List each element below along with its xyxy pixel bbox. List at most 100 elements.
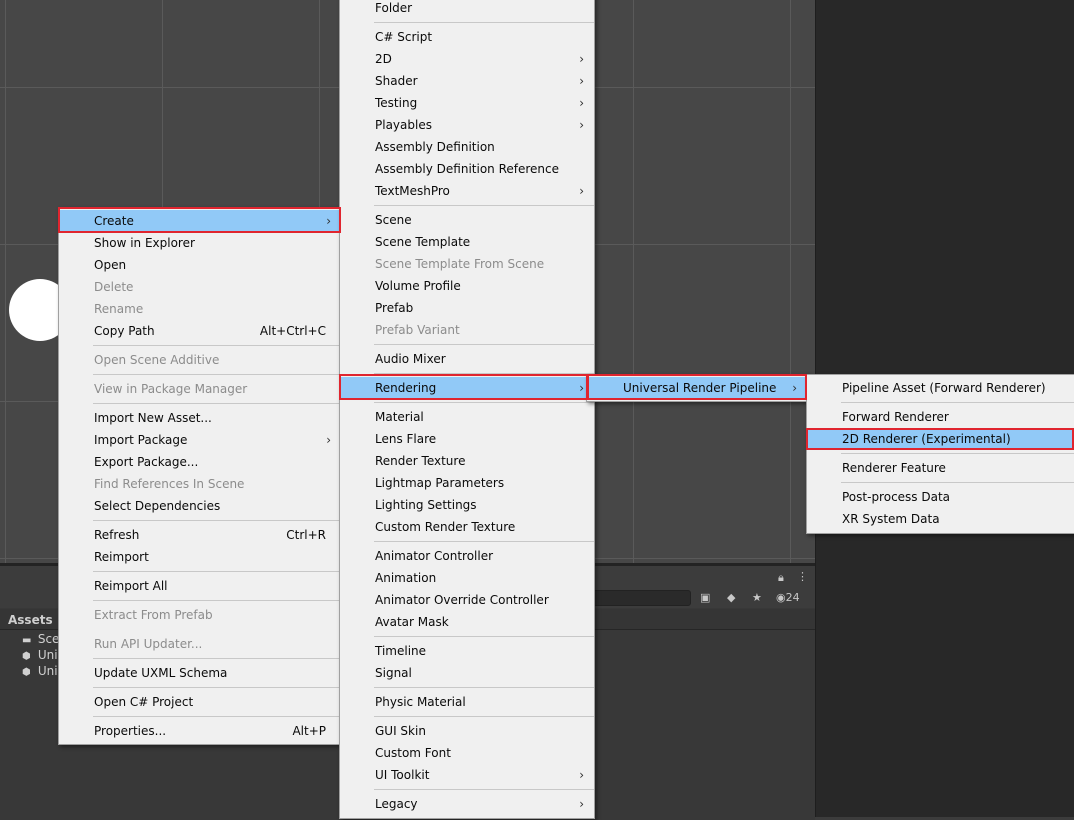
urp-item-xr-system-data[interactable]: XR System Data [808, 508, 1074, 530]
create-item-lens-flare[interactable]: Lens Flare [341, 428, 593, 450]
create-item-custom-render-texture[interactable]: Custom Render Texture [341, 516, 593, 538]
context-item-create[interactable]: Create › [60, 210, 340, 232]
search-input[interactable] [592, 590, 691, 606]
kebab-menu-icon[interactable]: ⋮ [797, 570, 808, 583]
menu-item-label: Open Scene Additive [94, 353, 220, 367]
create-item-gui-skin[interactable]: GUI Skin [341, 720, 593, 742]
menu-separator [841, 453, 1074, 454]
urp-item-2d-renderer-experimental[interactable]: 2D Renderer (Experimental) [808, 428, 1074, 450]
create-item-folder[interactable]: Folder [341, 0, 593, 19]
menu-item-label: Scene [375, 213, 412, 227]
menu-separator [841, 402, 1074, 403]
menu-item-label: Find References In Scene [94, 477, 245, 491]
tree-item[interactable]: ⬢ Uni [22, 648, 58, 662]
create-item-2d[interactable]: 2D › [341, 48, 593, 70]
context-item-import-package[interactable]: Import Package › [60, 429, 340, 451]
menu-separator [374, 789, 594, 790]
create-item-animator-controller[interactable]: Animator Controller [341, 545, 593, 567]
context-item-rename: Rename [60, 298, 340, 320]
create-item-prefab[interactable]: Prefab [341, 297, 593, 319]
menu-separator [93, 600, 341, 601]
create-item-lighting-settings[interactable]: Lighting Settings [341, 494, 593, 516]
menu-item-label: Export Package... [94, 455, 199, 469]
submenu-arrow-icon: › [326, 214, 331, 228]
menu-item-label: Audio Mixer [375, 352, 446, 366]
context-item-import-new-asset[interactable]: Import New Asset... [60, 407, 340, 429]
create-item-testing[interactable]: Testing › [341, 92, 593, 114]
context-item-show-in-explorer[interactable]: Show in Explorer [60, 232, 340, 254]
create-item-scene-template-from-scene: Scene Template From Scene [341, 253, 593, 275]
menu-item-label: Open [94, 258, 127, 272]
context-item-reimport[interactable]: Reimport [60, 546, 340, 568]
create-item-shader[interactable]: Shader › [341, 70, 593, 92]
menu-item-label: XR System Data [842, 512, 940, 526]
urp-item-renderer-feature[interactable]: Renderer Feature [808, 457, 1074, 479]
menu-item-label: Testing [375, 96, 418, 110]
menu-item-label: C# Script [375, 30, 433, 44]
create-item-render-texture[interactable]: Render Texture [341, 450, 593, 472]
tree-item[interactable]: ⬢ Uni [22, 664, 58, 678]
create-item-avatar-mask[interactable]: Avatar Mask [341, 611, 593, 633]
menu-item-label: Material [375, 410, 424, 424]
tree-item-label: Uni [37, 648, 58, 662]
favorites-star-icon[interactable]: ★ [752, 591, 762, 604]
create-item-animation[interactable]: Animation [341, 567, 593, 589]
context-item-select-dependencies[interactable]: Select Dependencies [60, 495, 340, 517]
menu-item-label: Animator Override Controller [375, 593, 549, 607]
create-item-playables[interactable]: Playables › [341, 114, 593, 136]
create-item-assembly-definition-reference[interactable]: Assembly Definition Reference [341, 158, 593, 180]
submenu-arrow-icon: › [579, 381, 584, 395]
menu-item-shortcut: Alt+P [292, 724, 326, 738]
create-item-scene-template[interactable]: Scene Template [341, 231, 593, 253]
menu-item-label: Render Texture [375, 454, 466, 468]
create-item-custom-font[interactable]: Custom Font [341, 742, 593, 764]
create-item-assembly-definition[interactable]: Assembly Definition [341, 136, 593, 158]
urp-item-post-process-data[interactable]: Post-process Data [808, 486, 1074, 508]
create-item-volume-profile[interactable]: Volume Profile [341, 275, 593, 297]
create-item-lightmap-parameters[interactable]: Lightmap Parameters [341, 472, 593, 494]
submenu-arrow-icon: › [579, 52, 584, 66]
context-item-refresh[interactable]: Refresh Ctrl+R [60, 524, 340, 546]
filter-by-label-icon[interactable]: ◆ [727, 591, 735, 604]
menu-item-label: TextMeshPro [375, 184, 450, 198]
context-item-update-uxml-schema[interactable]: Update UXML Schema [60, 662, 340, 684]
filter-by-type-icon[interactable]: ▣ [700, 591, 710, 604]
create-item-timeline[interactable]: Timeline [341, 640, 593, 662]
context-item-open[interactable]: Open [60, 254, 340, 276]
create-item-material[interactable]: Material [341, 406, 593, 428]
create-item-signal[interactable]: Signal [341, 662, 593, 684]
menu-item-label: UI Toolkit [375, 768, 430, 782]
create-item-legacy[interactable]: Legacy › [341, 793, 593, 815]
create-item-c-script[interactable]: C# Script [341, 26, 593, 48]
create-item-scene[interactable]: Scene [341, 209, 593, 231]
context-item-reimport-all[interactable]: Reimport All [60, 575, 340, 597]
create-item-rendering[interactable]: Rendering › [341, 377, 593, 399]
menu-item-label: Custom Font [375, 746, 451, 760]
menu-item-label: Update UXML Schema [94, 666, 228, 680]
context-item-copy-path[interactable]: Copy Path Alt+Ctrl+C [60, 320, 340, 342]
menu-item-label: View in Package Manager [94, 382, 248, 396]
urp-item-pipeline-asset-forward-renderer[interactable]: Pipeline Asset (Forward Renderer) [808, 377, 1074, 399]
rendering-submenu: Universal Render Pipeline › [586, 374, 808, 402]
create-item-animator-override-controller[interactable]: Animator Override Controller [341, 589, 593, 611]
rendering-item-universal-render-pipeline[interactable]: Universal Render Pipeline › [588, 377, 806, 399]
tree-item-label: Sce [37, 632, 60, 646]
create-item-ui-toolkit[interactable]: UI Toolkit › [341, 764, 593, 786]
menu-item-label: Avatar Mask [375, 615, 449, 629]
create-item-textmeshpro[interactable]: TextMeshPro › [341, 180, 593, 202]
menu-item-label: Scene Template From Scene [375, 257, 545, 271]
tree-item-label: Uni [37, 664, 58, 678]
context-item-properties[interactable]: Properties... Alt+P [60, 720, 340, 742]
assets-label: Assets [8, 613, 53, 627]
create-item-audio-mixer[interactable]: Audio Mixer [341, 348, 593, 370]
tree-item[interactable]: ▬ Sce [22, 632, 59, 646]
context-item-open-c-project[interactable]: Open C# Project [60, 691, 340, 713]
menu-item-label: Prefab [375, 301, 414, 315]
urp-submenu: Pipeline Asset (Forward Renderer) Forward… [806, 374, 1074, 534]
asset-icon: ⬢ [22, 651, 31, 662]
context-item-export-package[interactable]: Export Package... [60, 451, 340, 473]
urp-item-forward-renderer[interactable]: Forward Renderer [808, 406, 1074, 428]
lock-icon[interactable]: 🔒︎ [778, 571, 784, 585]
hidden-packages-count[interactable]: ◉24 [776, 591, 800, 604]
create-item-physic-material[interactable]: Physic Material [341, 691, 593, 713]
